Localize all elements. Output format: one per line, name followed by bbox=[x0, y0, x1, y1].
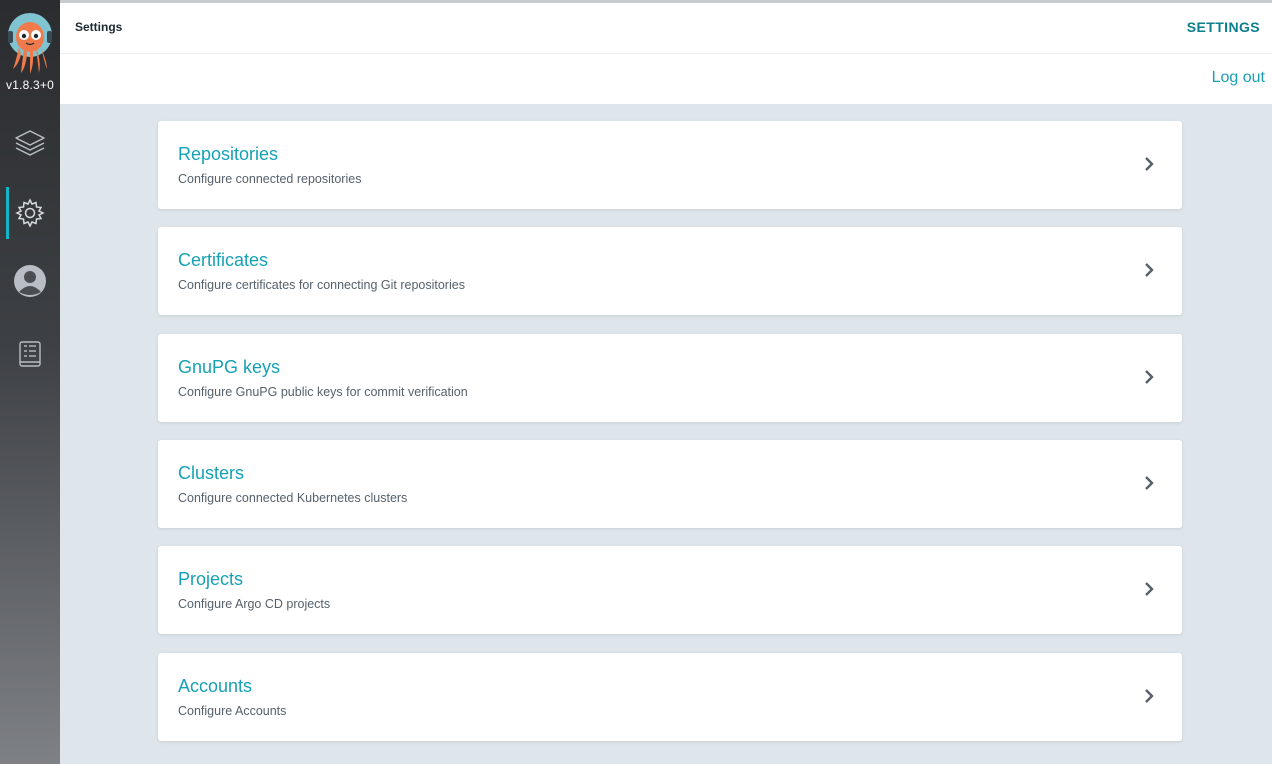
chevron-right-icon bbox=[1145, 370, 1154, 384]
settings-card-clusters[interactable]: Clusters Configure connected Kubernetes … bbox=[158, 440, 1182, 528]
card-title: Clusters bbox=[178, 463, 245, 483]
card-title: GnuPG keys bbox=[178, 357, 281, 377]
sub-bar: Log out bbox=[60, 54, 1272, 104]
card-description: Configure Accounts bbox=[178, 704, 287, 718]
settings-card-repositories[interactable]: Repositories Configure connected reposit… bbox=[158, 121, 1182, 209]
card-description: Configure connected Kubernetes clusters bbox=[178, 491, 408, 505]
nav-applications[interactable] bbox=[0, 117, 60, 169]
card-title: Repositories bbox=[178, 144, 279, 164]
settings-card-gnupg-keys[interactable]: GnuPG keys Configure GnuPG public keys f… bbox=[158, 334, 1182, 422]
nav-settings[interactable] bbox=[0, 187, 60, 239]
argo-logo[interactable] bbox=[7, 13, 53, 75]
card-description: Configure Argo CD projects bbox=[178, 597, 331, 611]
chevron-right-icon bbox=[1145, 689, 1154, 703]
card-description: Configure connected repositories bbox=[178, 172, 362, 186]
layers-icon bbox=[14, 127, 46, 159]
chevron-right-icon bbox=[1145, 157, 1154, 171]
settings-card-projects[interactable]: Projects Configure Argo CD projects bbox=[158, 546, 1182, 634]
sidebar: v1.8.3+0 bbox=[0, 0, 60, 764]
card-title: Accounts bbox=[178, 676, 253, 696]
settings-card-accounts[interactable]: Accounts Configure Accounts bbox=[158, 653, 1182, 741]
card-title: Certificates bbox=[178, 250, 269, 270]
docs-icon bbox=[18, 340, 42, 370]
breadcrumb-settings: SETTINGS bbox=[1186, 19, 1260, 35]
chevron-right-icon bbox=[1145, 476, 1154, 490]
nav-user-info[interactable] bbox=[0, 255, 60, 307]
chevron-right-icon bbox=[1145, 263, 1154, 277]
version-label: v1.8.3+0 bbox=[6, 78, 54, 92]
user-icon bbox=[13, 264, 47, 298]
chevron-right-icon bbox=[1145, 582, 1154, 596]
card-description: Configure certificates for connecting Gi… bbox=[178, 278, 465, 292]
settings-card-certificates[interactable]: Certificates Configure certificates for … bbox=[158, 227, 1182, 315]
page-title: Settings bbox=[75, 20, 123, 34]
logout-link[interactable]: Log out bbox=[1212, 69, 1265, 87]
top-bar: Settings SETTINGS bbox=[60, 3, 1272, 54]
gear-icon bbox=[15, 198, 45, 228]
nav-documentation[interactable] bbox=[0, 329, 60, 381]
card-title: Projects bbox=[178, 569, 244, 589]
card-description: Configure GnuPG public keys for commit v… bbox=[178, 385, 468, 399]
